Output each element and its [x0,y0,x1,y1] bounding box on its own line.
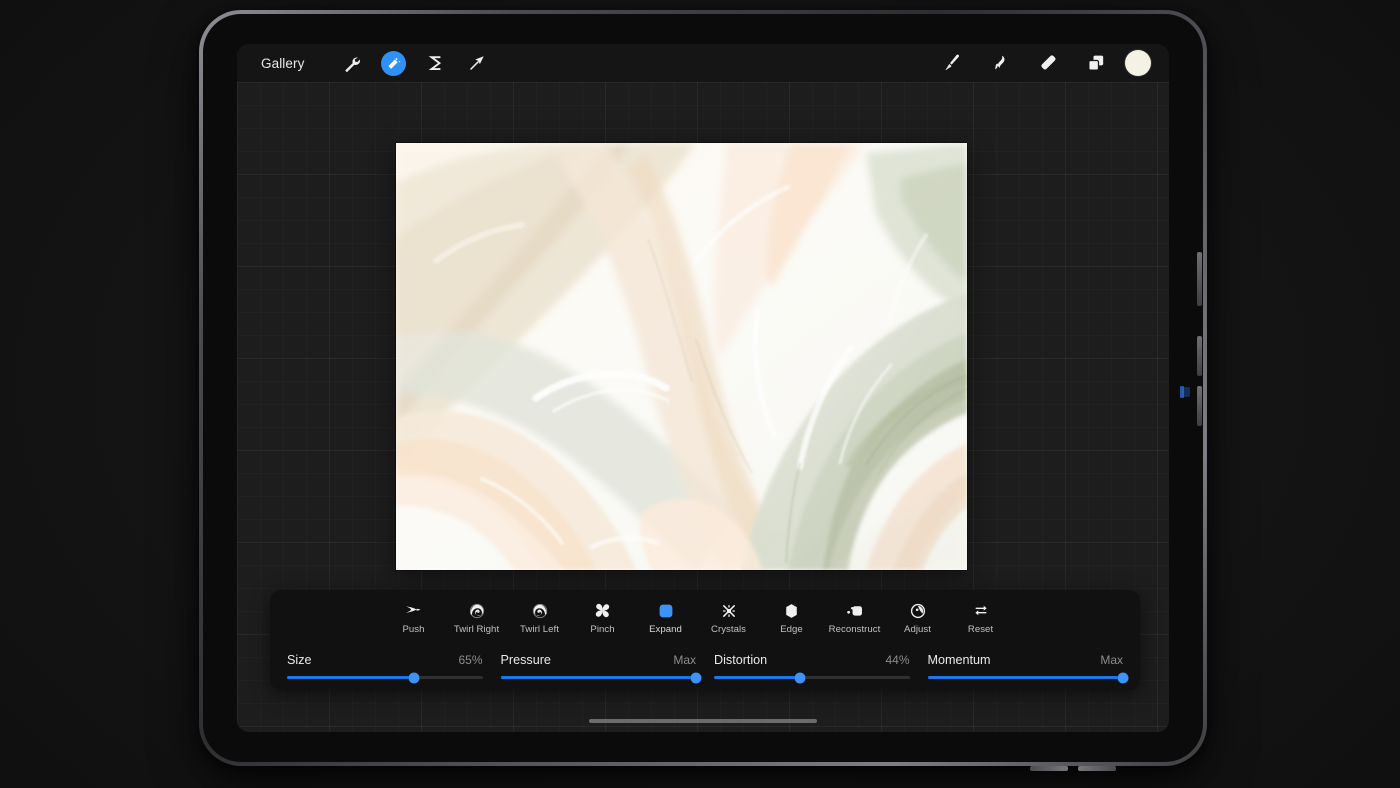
edge-icon [784,602,799,619]
liquify-slider-row: Size 65% Pressure Max Distortion 44% Mom… [270,635,1140,683]
reconstruct-icon [846,602,864,619]
twirl-right-icon [469,602,485,619]
liquify-mode-edge[interactable]: Edge [760,599,823,635]
layers-icon [1088,55,1104,71]
adjustments-selected-indicator [380,50,406,76]
device-screen: Gallery Push Twirl Right Twirl Left Pinc… [237,44,1169,732]
selection-s-icon [428,55,442,70]
liquify-mode-label: Push [402,624,425,635]
liquify-mode-twirl-right[interactable]: Twirl Right [445,599,508,635]
power-button[interactable] [1197,252,1202,306]
slider-knob[interactable] [794,672,806,683]
slider-fill [287,676,415,679]
home-indicator[interactable] [589,719,817,723]
liquify-mode-label: Adjust [904,624,931,635]
slider-track[interactable] [714,672,910,683]
slider-label: Pressure [500,653,551,667]
slider-knob[interactable] [1117,672,1129,683]
reset-icon [973,602,989,619]
liquify-mode-adjust[interactable]: Adjust [886,599,949,635]
push-icon [405,602,422,619]
procreate-app: Gallery Push Twirl Right Twirl Left Pinc… [237,44,1169,732]
selection-button[interactable] [416,44,454,82]
slider-label: Momentum [927,653,991,667]
slider-value: Max [673,653,696,667]
paint-button[interactable] [933,44,971,82]
right-tool-group [933,44,1151,82]
slider-knob[interactable] [690,672,702,683]
slider-header: Distortion 44% [714,653,910,667]
adjustments-magic-icon [388,56,401,69]
marbled-artwork [396,143,967,570]
speaker-grille-right [1078,766,1116,771]
artwork-canvas[interactable] [396,143,967,570]
ipad-device: Gallery Push Twirl Right Twirl Left Pinc… [199,10,1207,766]
volume-up-button[interactable] [1197,336,1202,376]
slider-value: Max [1100,653,1123,667]
actions-button[interactable] [332,44,370,82]
slider-header: Momentum Max [928,653,1124,667]
liquify-panel: Push Twirl Right Twirl Left Pinch Expand… [270,590,1140,690]
slider-size[interactable]: Size 65% [278,653,492,683]
adjust-icon [910,602,926,619]
speaker-grille-left [1030,766,1068,771]
liquify-mode-crystals[interactable]: Crystals [697,599,760,635]
slider-pressure[interactable]: Pressure Max [492,653,706,683]
smudge-icon [995,55,1005,70]
liquify-mode-pinch[interactable]: Pinch [571,599,634,635]
layers-button[interactable] [1077,44,1115,82]
crystals-icon [721,602,737,619]
liquify-mode-expand[interactable]: Expand [634,599,697,635]
liquify-mode-label: Edge [780,624,803,635]
slider-fill [927,676,1123,679]
liquify-mode-label: Pinch [590,624,615,635]
color-swatch[interactable] [1125,50,1151,76]
transform-arrow-icon [470,56,485,70]
eraser-button[interactable] [1029,44,1067,82]
liquify-mode-label: Expand [649,624,682,635]
expand-icon [658,602,674,619]
liquify-mode-reset[interactable]: Reset [949,599,1012,635]
slider-fill [714,676,801,679]
liquify-mode-label: Reconstruct [828,624,881,635]
transform-button[interactable] [458,44,496,82]
slider-header: Size 65% [287,653,483,667]
scene: Gallery Push Twirl Right Twirl Left Pinc… [0,0,1400,788]
volume-down-button[interactable] [1197,386,1202,426]
liquify-mode-label: Twirl Left [520,624,559,635]
gallery-button[interactable]: Gallery [255,53,310,74]
slider-distortion[interactable]: Distortion 44% [705,653,919,683]
slider-fill [500,676,696,679]
slider-value: 44% [885,653,910,667]
device-bezel: Gallery Push Twirl Right Twirl Left Pinc… [203,14,1203,762]
liquify-mode-row: Push Twirl Right Twirl Left Pinch Expand… [270,599,1140,635]
slider-value: 65% [458,653,483,667]
twirl-left-icon [532,602,548,619]
liquify-mode-label: Twirl Right [453,624,500,635]
left-tool-group [332,44,496,82]
slider-knob[interactable] [408,672,420,683]
liquify-mode-label: Reset [967,624,994,635]
liquify-mode-push[interactable]: Push [382,599,445,635]
pencil-magnetic-connector [1180,386,1184,398]
slider-track[interactable] [927,672,1129,683]
slider-track[interactable] [500,672,702,683]
eraser-icon [1040,54,1056,69]
liquify-mode-label: Crystals [710,624,747,635]
actions-wrench-icon [345,56,360,72]
slider-label: Distortion [714,653,768,667]
smudge-button[interactable] [981,44,1019,82]
adjustments-button[interactable] [374,44,412,82]
pinch-icon [595,602,610,619]
paint-brush-icon [945,54,959,71]
slider-momentum[interactable]: Momentum Max [919,653,1133,683]
liquify-mode-reconstruct[interactable]: Reconstruct [823,599,886,635]
slider-header: Pressure Max [501,653,697,667]
slider-label: Size [287,653,312,667]
top-toolbar: Gallery [237,44,1169,82]
liquify-mode-twirl-left[interactable]: Twirl Left [508,599,571,635]
slider-track[interactable] [287,672,483,683]
